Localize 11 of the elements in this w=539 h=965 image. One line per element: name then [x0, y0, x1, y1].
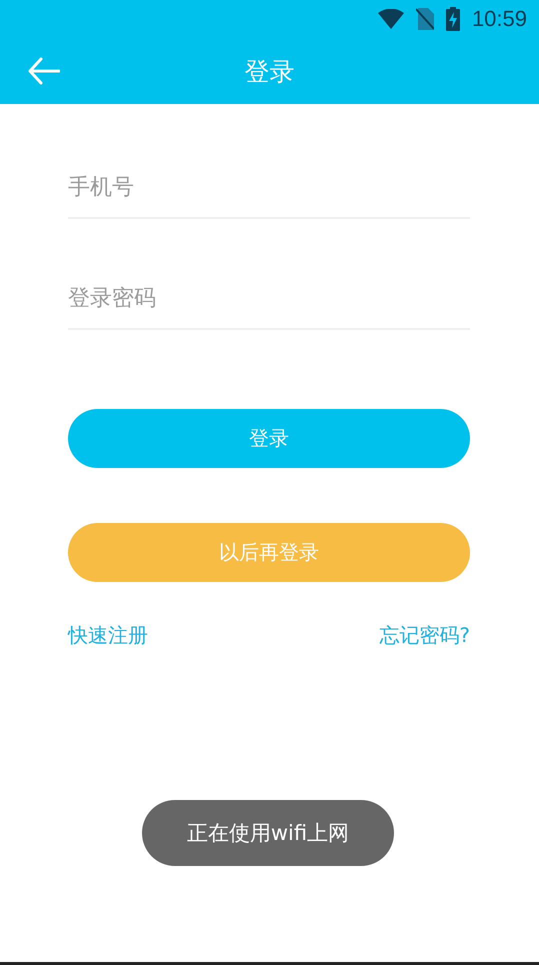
status-time: 10:59	[472, 6, 527, 32]
toast-message: 正在使用wifi上网	[142, 800, 394, 866]
forgot-password-link[interactable]: 忘记密码?	[379, 622, 470, 649]
page-title: 登录	[244, 56, 294, 88]
battery-charging-icon	[446, 7, 460, 31]
wifi-icon	[378, 9, 404, 29]
register-link[interactable]: 快速注册	[68, 622, 148, 649]
back-arrow-icon[interactable]	[28, 57, 60, 85]
no-sim-icon	[416, 8, 434, 30]
later-login-button[interactable]: 以后再登录	[68, 523, 470, 582]
login-button[interactable]: 登录	[68, 409, 470, 468]
